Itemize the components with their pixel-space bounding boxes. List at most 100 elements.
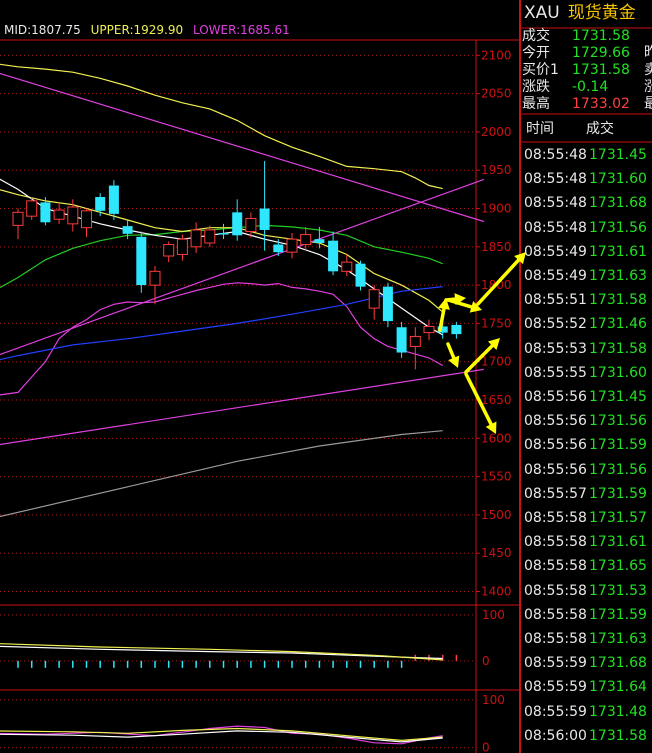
series-ma_white (0, 178, 443, 336)
trade-time: 08:55:58 (524, 631, 587, 647)
trade-price: 1731.57 (589, 510, 647, 526)
trade-row[interactable]: 08:55:55 1731.60 (522, 361, 652, 385)
candle-body-up (423, 325, 435, 334)
trade-time: 08:55:49 (524, 243, 587, 260)
trade-time: 08:55:59 (524, 655, 587, 672)
candle-body-up (190, 229, 202, 248)
quote-value: -0.14 (572, 79, 609, 95)
quote-row: 买价1 1731.58 卖 (522, 62, 652, 79)
y-tick-label: 2000 (481, 125, 512, 139)
candle-body-up (176, 238, 188, 255)
trade-row[interactable]: 08:55:58 1731.65 (522, 554, 652, 578)
series-osc_white (0, 645, 443, 660)
trade-row[interactable]: 08:55:51 1731.58 (522, 288, 652, 312)
trade-row[interactable]: 08:55:49 1731.61 (522, 240, 652, 264)
candle-body-down (355, 263, 366, 287)
trade-time: 08:55:55 (524, 364, 587, 381)
trade-price: 1731.46 (589, 316, 647, 333)
mid-label: MID:1807.75 (4, 23, 81, 37)
quote-label: 最高 (522, 96, 550, 112)
trade-time: 08:55:58 (524, 534, 587, 551)
trade-price: 1731.48 (589, 703, 647, 720)
quote-label: 成交 (522, 28, 550, 44)
trade-time: 08:55:56 (524, 461, 587, 478)
trade-price-header: 成交 (586, 121, 614, 137)
y-tick-label: 1600 (481, 431, 512, 445)
trade-row[interactable]: 08:55:56 1731.59 (522, 433, 652, 457)
candle-body-up (300, 234, 312, 246)
trade-price: 1731.60 (589, 171, 647, 188)
series-trend_low (0, 368, 484, 446)
trade-row[interactable]: 08:55:56 1731.56 (522, 458, 652, 482)
trade-price: 1731.68 (589, 655, 647, 672)
trade-row[interactable]: 08:55:58 1731.59 (522, 603, 652, 627)
quote-label: 买价1 (522, 62, 559, 78)
trade-row[interactable]: 08:55:53 1731.58 (522, 337, 652, 361)
trade-time: 08:55:49 (524, 268, 587, 284)
quote-row: 最高 1733.02 最 (522, 96, 652, 113)
upper-label: UPPER:1929.90 (90, 23, 184, 37)
candle-body-down (218, 233, 229, 235)
quote-value: 1729.66 (572, 45, 630, 61)
trade-row[interactable]: 08:55:57 1731.59 (522, 482, 652, 506)
trade-row[interactable]: 08:55:49 1731.63 (522, 264, 652, 288)
trade-time: 08:56:00 (524, 727, 587, 744)
trade-time: 08:55:58 (524, 558, 587, 575)
trade-row[interactable]: 08:55:56 1731.45 (522, 385, 652, 409)
osc-tick-label: 100 (482, 608, 505, 622)
candle-body-up (26, 200, 38, 217)
symbol-code: XAU (524, 3, 560, 23)
quote-label: 涨跌 (522, 79, 550, 95)
trade-price: 1731.63 (589, 631, 647, 647)
trade-time: 08:55:58 (524, 582, 587, 599)
trade-row[interactable]: 08:55:58 1731.63 (522, 627, 652, 651)
trade-row[interactable]: 08:55:48 1731.60 (522, 167, 652, 191)
trade-row[interactable]: 08:55:48 1731.45 (522, 143, 652, 167)
trade-list-header: 时间 成交 (522, 117, 652, 141)
trade-row[interactable]: 08:56:00 1731.58 (522, 724, 652, 748)
candle-body-down (95, 197, 106, 211)
candle-body-down (40, 202, 51, 223)
candle-body-down (232, 212, 243, 236)
quote-label: 今开 (522, 45, 550, 61)
y-tick-label: 1500 (481, 508, 512, 522)
trade-row[interactable]: 08:55:48 1731.56 (522, 216, 652, 240)
trade-time: 08:55:48 (524, 171, 587, 188)
series-ma_green (0, 224, 443, 289)
y-tick-label: 1950 (481, 163, 512, 177)
trade-time: 08:55:48 (524, 195, 587, 212)
trade-row[interactable]: 08:55:52 1731.46 (522, 312, 652, 336)
kdj-tick-label: 100 (482, 693, 505, 707)
quote-row: 今开 1729.66 昨 (522, 45, 652, 62)
trade-time: 08:55:48 (524, 219, 587, 236)
trade-row[interactable]: 08:55:58 1731.57 (522, 506, 652, 530)
trade-row[interactable]: 08:55:58 1731.53 (522, 579, 652, 603)
trade-time: 08:55:56 (524, 389, 587, 405)
candle-body-down (396, 327, 407, 353)
candle-body-down (273, 244, 284, 253)
osc-tick-label: 0 (482, 654, 490, 668)
quote-cut-label: 涨 (644, 79, 652, 95)
trade-row[interactable]: 08:55:59 1731.64 (522, 675, 652, 699)
quote-cut-label: 卖 (644, 62, 652, 78)
kdj-tick-label: 0 (482, 741, 490, 753)
y-tick-label: 1400 (481, 585, 512, 599)
trade-time: 08:55:51 (524, 292, 587, 309)
trade-row[interactable]: 08:55:48 1731.68 (522, 191, 652, 215)
lower-label: LOWER:1685.61 (192, 23, 290, 37)
trade-row[interactable]: 08:55:58 1731.61 (522, 530, 652, 554)
candle-body-up (204, 229, 216, 244)
candle-body-up (245, 217, 257, 232)
arrow-shaft (446, 342, 456, 360)
trade-price: 1731.53 (589, 582, 647, 599)
candle-body-up (368, 289, 380, 309)
y-tick-label: 1850 (481, 240, 512, 254)
trade-row[interactable]: 08:55:59 1731.48 (522, 700, 652, 724)
trade-price: 1731.61 (589, 243, 647, 260)
y-tick-label: 1450 (481, 546, 512, 560)
trade-price: 1731.65 (589, 558, 647, 575)
trade-row[interactable]: 08:55:56 1731.56 (522, 409, 652, 433)
quote-row: 成交 1731.58 (522, 28, 652, 45)
trade-time: 08:55:59 (524, 679, 587, 696)
trade-row[interactable]: 08:55:59 1731.68 (522, 651, 652, 675)
